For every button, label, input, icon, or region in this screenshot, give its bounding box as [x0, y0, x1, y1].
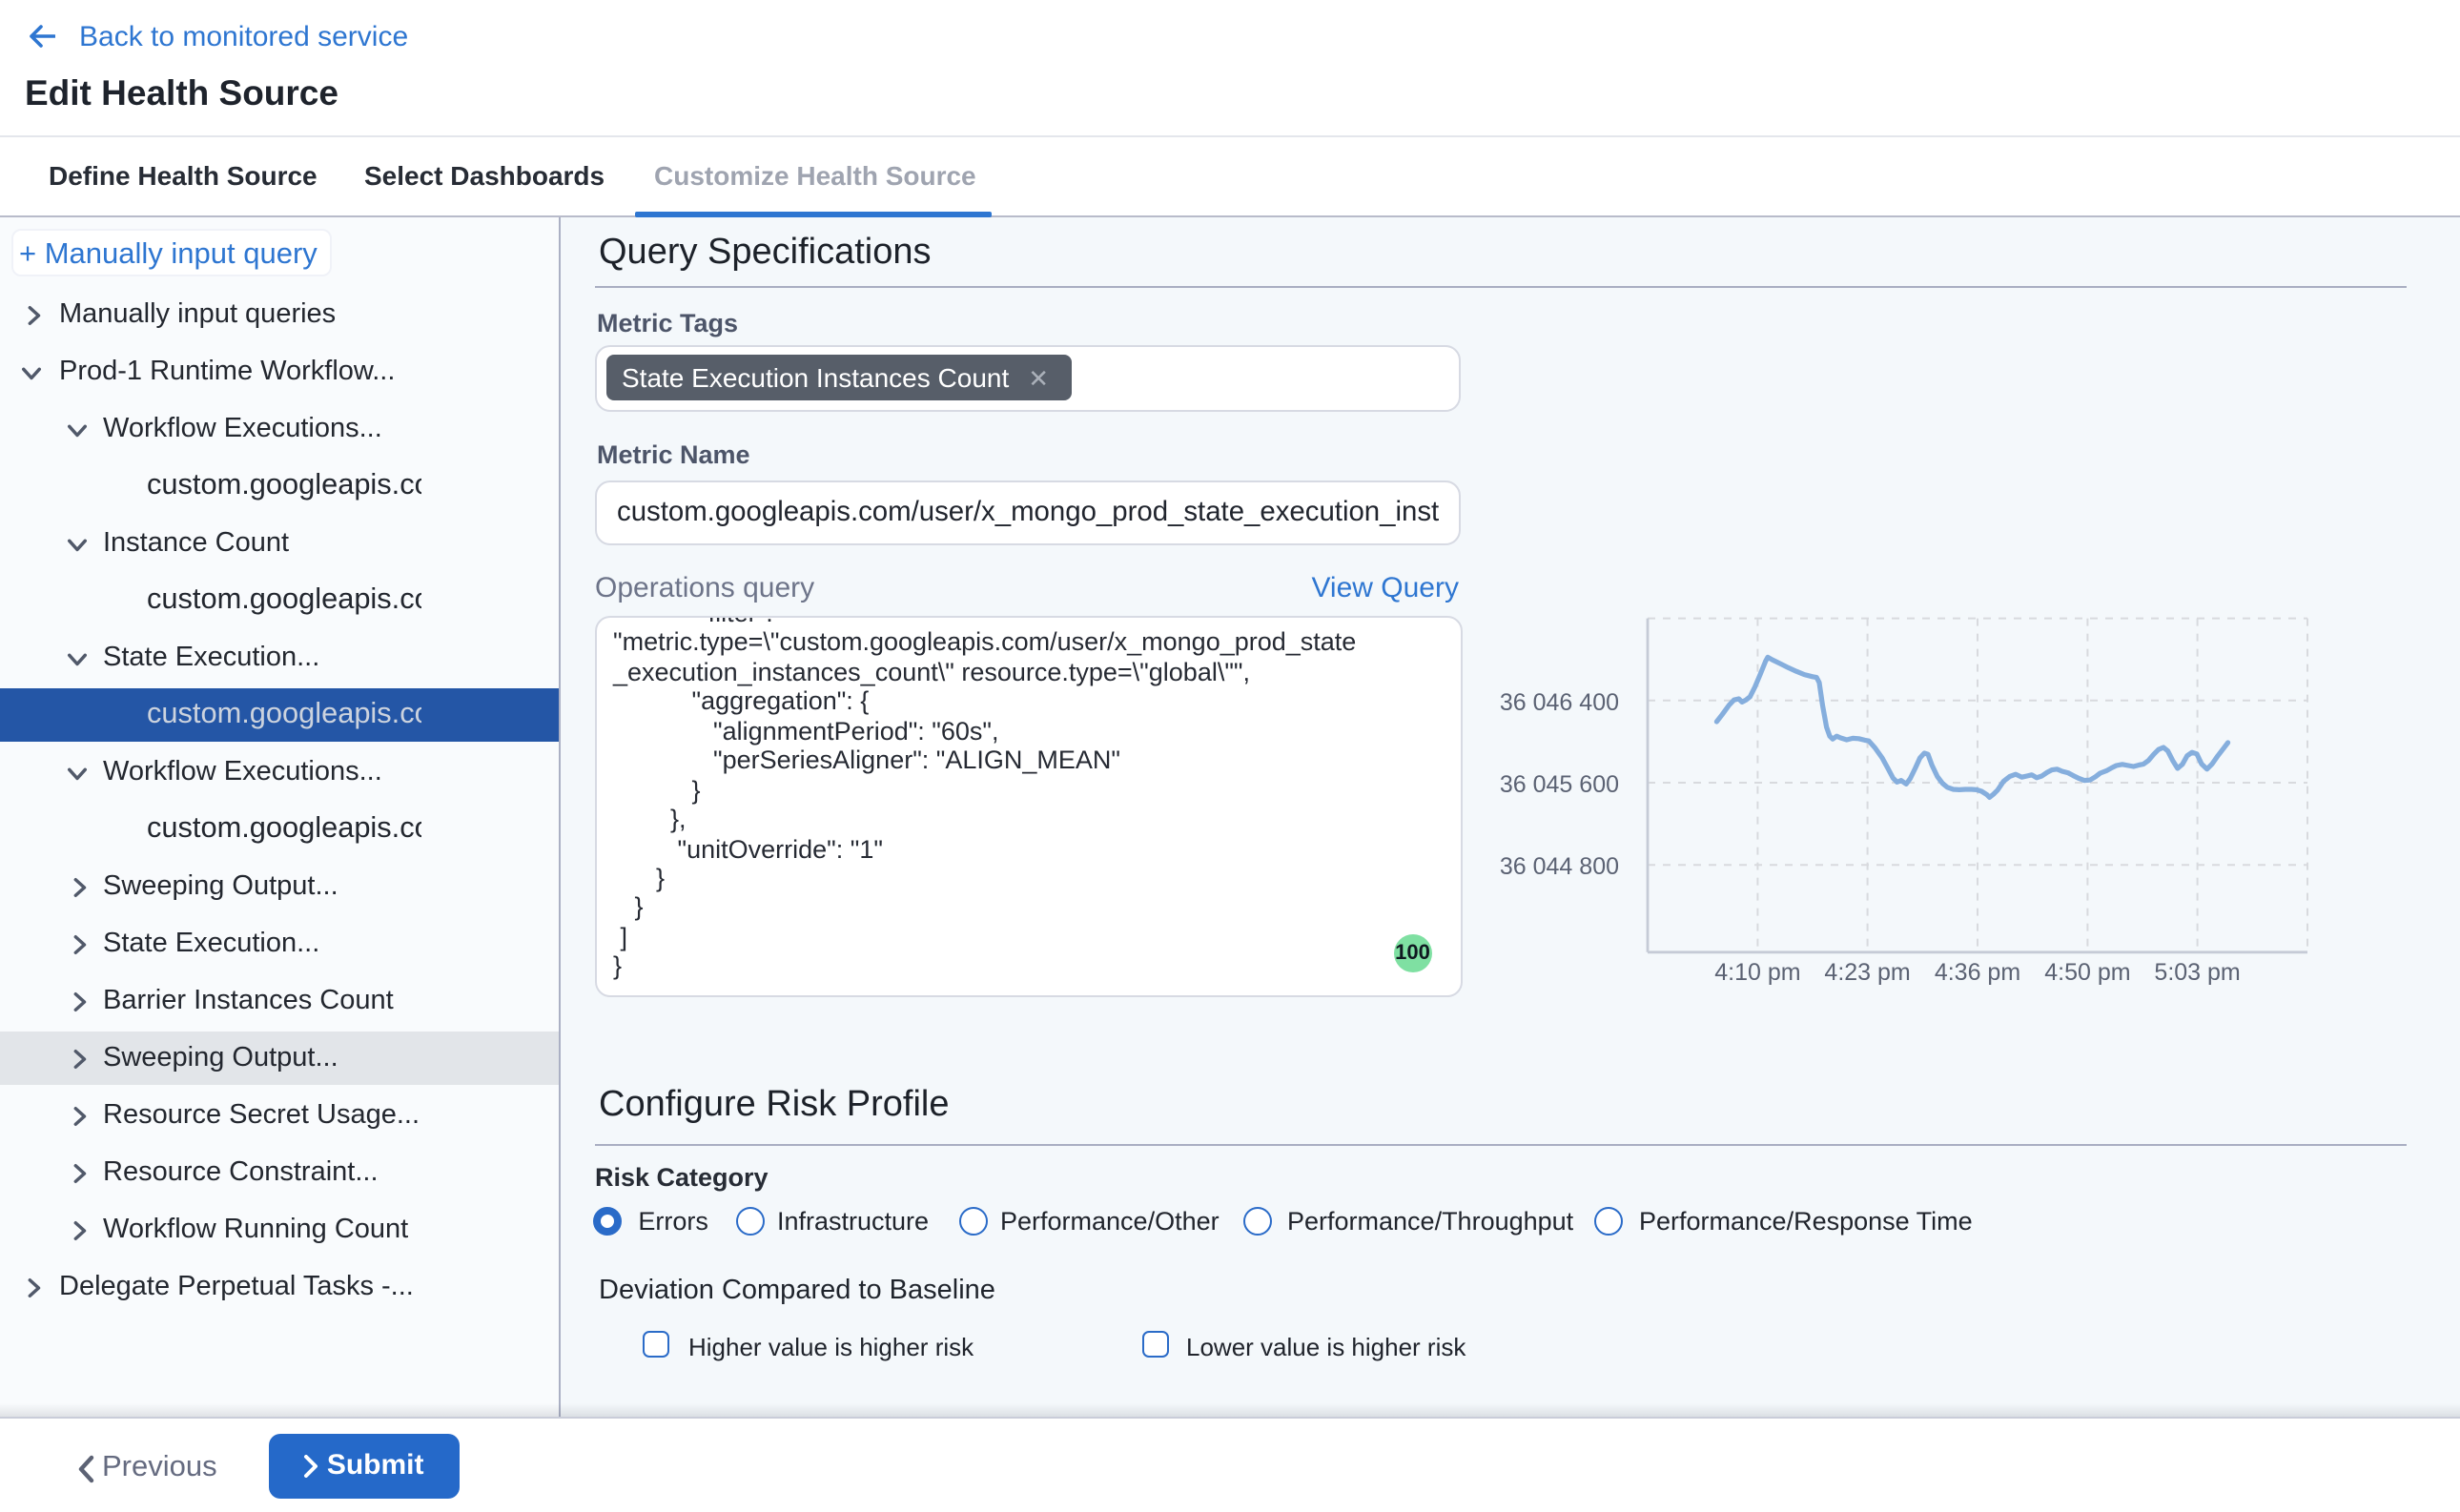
- svg-text:4:50 pm: 4:50 pm: [2044, 959, 2130, 986]
- svg-text:36 045 600: 36 045 600: [1500, 771, 1619, 798]
- svg-text:36 044 800: 36 044 800: [1500, 853, 1619, 880]
- svg-text:4:36 pm: 4:36 pm: [1935, 959, 2020, 986]
- svg-text:5:03 pm: 5:03 pm: [2154, 959, 2240, 986]
- svg-text:4:23 pm: 4:23 pm: [1824, 959, 1910, 986]
- svg-text:36 046 400: 36 046 400: [1500, 689, 1619, 716]
- svg-text:4:10 pm: 4:10 pm: [1714, 959, 1800, 986]
